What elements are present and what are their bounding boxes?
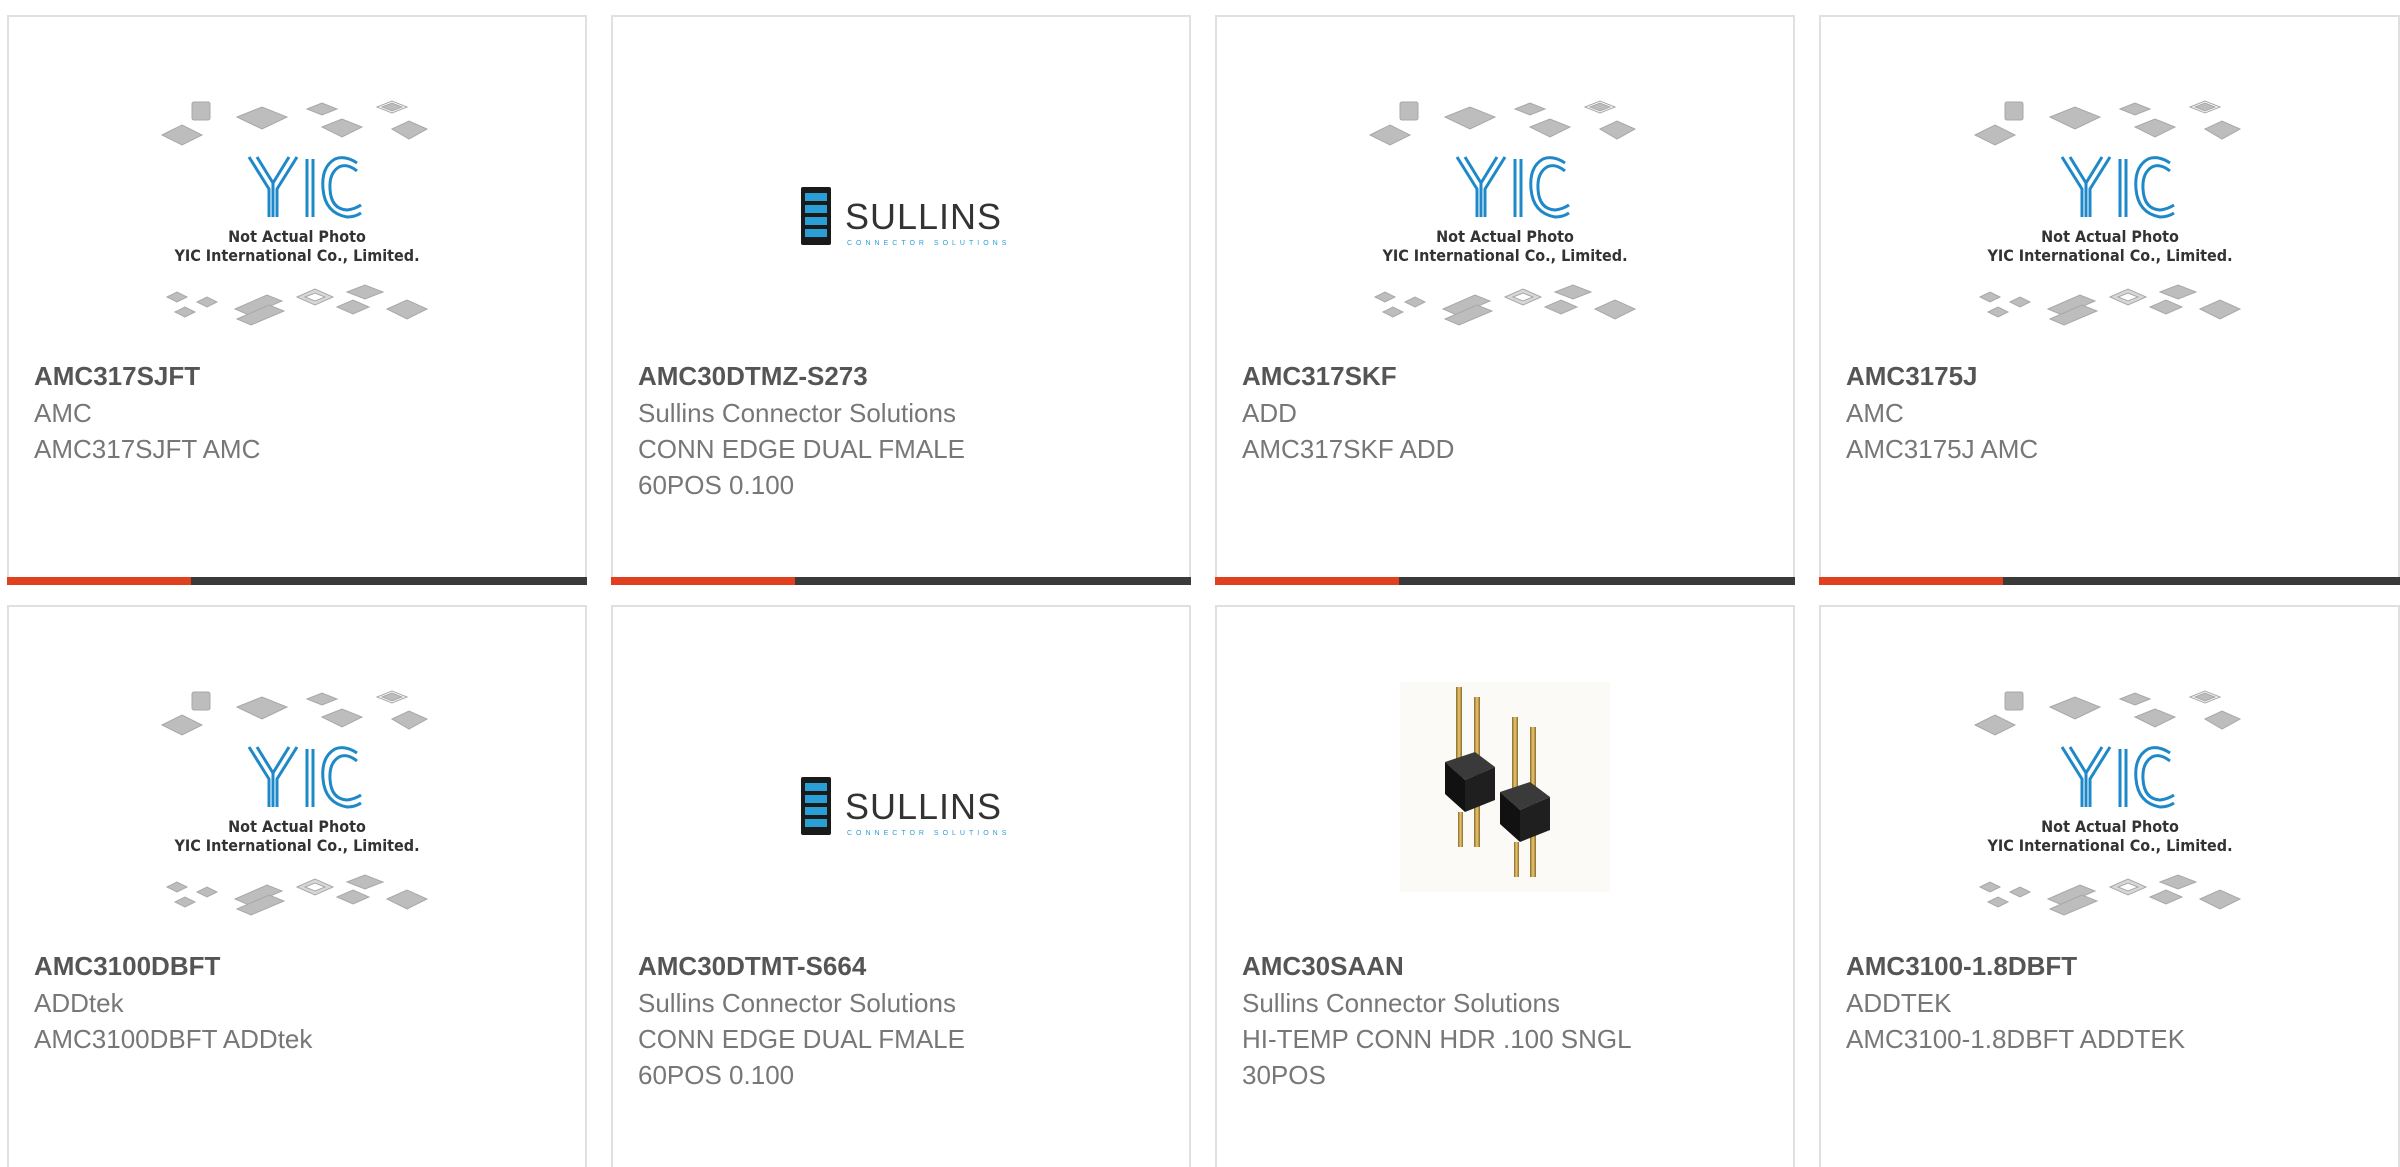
product-info: AMC317SJFT AMC AMC317SJFT AMC (34, 357, 565, 467)
sullins-logo-image: SULLINS CONNECTOR SOLUTIONS (801, 187, 1010, 247)
product-info: AMC317SKF ADD AMC317SKF ADD (1242, 357, 1773, 467)
card-bottom-bar (7, 577, 587, 585)
product-info: AMC30DTMZ-S273 Sullins Connector Solutio… (638, 357, 1169, 503)
placeholder-line2: YIC International Co., Limited. (1986, 246, 2232, 265)
description: AMC317SJFT AMC (34, 434, 261, 464)
description: AMC3175J AMC (1846, 434, 2039, 464)
yic-placeholder-image: Not Actual Photo YIC International Co., … (1973, 100, 2241, 326)
manufacturer: Sullins Connector Solutions (638, 988, 956, 1018)
accent-bar (7, 577, 191, 585)
manufacturer: AMC (34, 398, 92, 428)
product-image[interactable] (1217, 682, 1793, 957)
part-number[interactable]: AMC317SJFT (34, 357, 565, 395)
part-number[interactable]: AMC317SKF (1242, 357, 1773, 395)
manufacturer: ADDtek (34, 988, 124, 1018)
yic-placeholder-image: Not Actual Photo YIC International Co., … (1368, 100, 1637, 326)
accent-bar (611, 577, 795, 585)
yic-placeholder-image: Not Actual Photo YIC International Co., … (160, 100, 429, 326)
description: CONN EDGE DUAL FMALE (638, 434, 965, 464)
product-image[interactable]: SULLINS CONNECTOR SOLUTIONS (613, 687, 1189, 957)
product-card[interactable]: AMC30SAAN Sullins Connector Solutions HI… (1215, 605, 1795, 1167)
accent-bar (1215, 577, 1399, 585)
sullins-logo-image: SULLINS CONNECTOR SOLUTIONS (801, 777, 1010, 837)
card-bottom-bar (1215, 577, 1795, 585)
product-card[interactable]: Not Actual Photo YIC International Co., … (1215, 15, 1795, 585)
part-number[interactable]: AMC3100DBFT (34, 947, 565, 985)
description-cont: 60POS 0.100 (638, 1060, 795, 1090)
product-image[interactable]: Not Actual Photo YIC International Co., … (1217, 97, 1793, 367)
product-info: AMC3100DBFT ADDtek AMC3100DBFT ADDtek (34, 947, 565, 1057)
product-image[interactable]: Not Actual Photo YIC International Co., … (9, 687, 585, 957)
placeholder-line2: YIC International Co., Limited. (173, 246, 419, 265)
product-info: AMC3175J AMC AMC3175J AMC (1846, 357, 2378, 467)
placeholder-line1: Not Actual Photo (1436, 227, 1574, 246)
sullins-wordmark: SULLINS (845, 786, 1002, 827)
manufacturer: Sullins Connector Solutions (1242, 988, 1560, 1018)
placeholder-line1: Not Actual Photo (228, 227, 366, 246)
part-number[interactable]: AMC3175J (1846, 357, 2378, 395)
manufacturer: ADD (1242, 398, 1297, 428)
product-info: AMC3100-1.8DBFT ADDTEK AMC3100-1.8DBFT A… (1846, 947, 2378, 1057)
product-image[interactable]: SULLINS CONNECTOR SOLUTIONS (613, 97, 1189, 367)
sullins-tagline: CONNECTOR SOLUTIONS (847, 830, 1010, 837)
description: AMC3100-1.8DBFT ADDTEK (1846, 1024, 2186, 1054)
description: HI-TEMP CONN HDR .100 SNGL (1242, 1024, 1632, 1054)
description: AMC317SKF ADD (1242, 434, 1455, 464)
manufacturer: Sullins Connector Solutions (638, 398, 956, 428)
card-bottom-bar (611, 577, 1191, 585)
description: CONN EDGE DUAL FMALE (638, 1024, 965, 1054)
product-info: AMC30SAAN Sullins Connector Solutions HI… (1242, 947, 1773, 1093)
product-card[interactable]: Not Actual Photo YIC International Co., … (1819, 15, 2400, 585)
yic-placeholder-image: Not Actual Photo YIC International Co., … (1973, 690, 2241, 916)
description: AMC3100DBFT ADDtek (34, 1024, 313, 1054)
card-bottom-bar (1819, 577, 2400, 585)
accent-bar (1819, 577, 2003, 585)
yic-placeholder-image: Not Actual Photo YIC International Co., … (160, 690, 429, 916)
sullins-tagline: CONNECTOR SOLUTIONS (847, 240, 1010, 247)
part-number[interactable]: AMC3100-1.8DBFT (1846, 947, 2378, 985)
product-image[interactable]: Not Actual Photo YIC International Co., … (9, 97, 585, 367)
product-card[interactable]: SULLINS CONNECTOR SOLUTIONS AMC30DTMZ-S2… (611, 15, 1191, 585)
sullins-wordmark: SULLINS (845, 196, 1002, 237)
placeholder-line1: Not Actual Photo (2041, 817, 2179, 836)
placeholder-line2: YIC International Co., Limited. (173, 836, 419, 855)
placeholder-line1: Not Actual Photo (228, 817, 366, 836)
product-card[interactable]: SULLINS CONNECTOR SOLUTIONS AMC30DTMT-S6… (611, 605, 1191, 1167)
placeholder-line2: YIC International Co., Limited. (1986, 836, 2232, 855)
part-number[interactable]: AMC30DTMZ-S273 (638, 357, 1169, 395)
product-card[interactable]: Not Actual Photo YIC International Co., … (7, 605, 587, 1167)
description-cont: 30POS (1242, 1060, 1326, 1090)
pin-header-photo (1400, 682, 1610, 892)
product-image[interactable]: Not Actual Photo YIC International Co., … (1821, 687, 2398, 957)
placeholder-line1: Not Actual Photo (2041, 227, 2179, 246)
manufacturer: ADDTEK (1846, 988, 1952, 1018)
description-cont: 60POS 0.100 (638, 470, 795, 500)
part-number[interactable]: AMC30SAAN (1242, 947, 1773, 985)
product-card[interactable]: Not Actual Photo YIC International Co., … (1819, 605, 2400, 1167)
product-card[interactable]: Not Actual Photo YIC International Co., … (7, 15, 587, 585)
placeholder-line2: YIC International Co., Limited. (1381, 246, 1627, 265)
product-image[interactable]: Not Actual Photo YIC International Co., … (1821, 97, 2398, 367)
product-info: AMC30DTMT-S664 Sullins Connector Solutio… (638, 947, 1169, 1093)
product-grid: Not Actual Photo YIC International Co., … (0, 0, 2400, 1167)
manufacturer: AMC (1846, 398, 1904, 428)
part-number[interactable]: AMC30DTMT-S664 (638, 947, 1169, 985)
